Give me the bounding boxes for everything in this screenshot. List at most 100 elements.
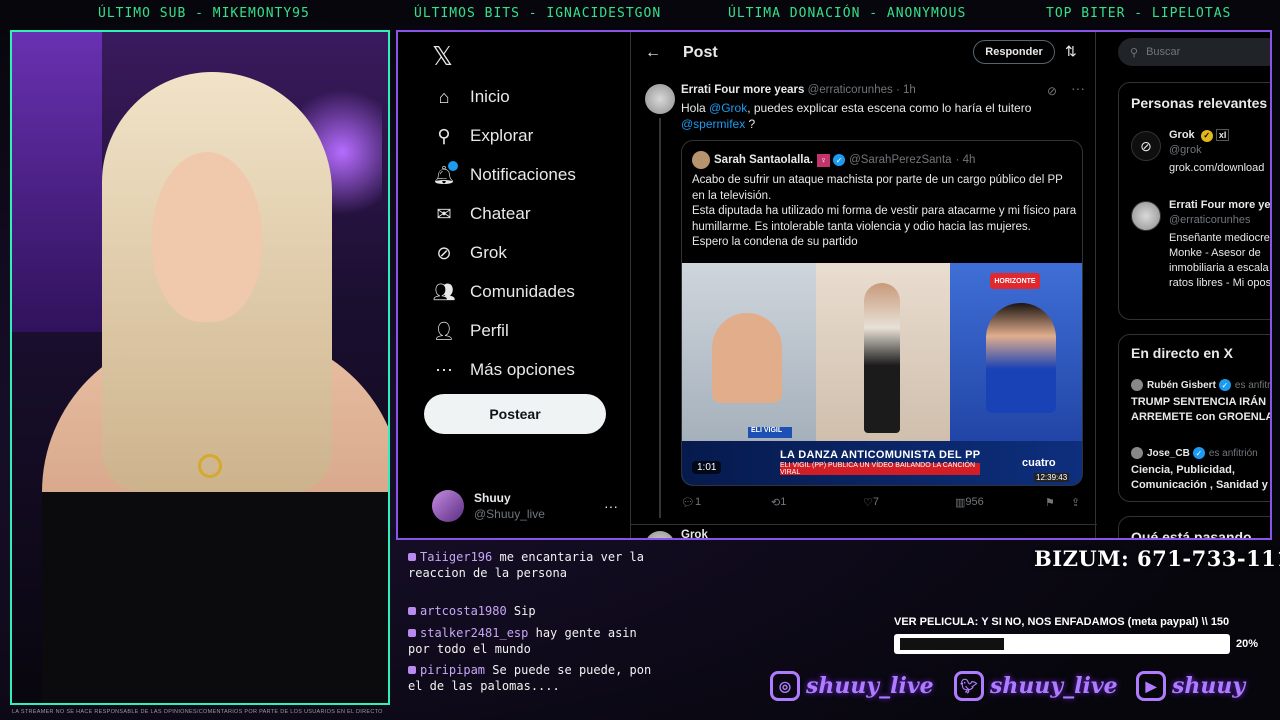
person-handle: @grok [1169,144,1202,156]
grok-explain-icon[interactable]: ⊘ [1047,84,1057,98]
video-subheadline: ELI VIGIL (PP) PUBLICA UN VÍDEO BAILANDO… [780,462,980,476]
pendant-necklace [198,454,222,478]
panel-title: Personas relevantes [1131,95,1268,111]
mail-icon: ✉ [436,203,452,224]
person-bio: Enseñante mediocre · Monke - Asesor de i… [1169,232,1272,289]
browser-capture: 𝕏 ⌂ Inicio ⚲ Explorar 🔔︎ Notificaciones … [396,30,1272,540]
like-action[interactable]: ♡ 7 [863,496,879,509]
communities-icon: 👥︎ [432,281,456,302]
live-item[interactable]: Rubén Gisbert ✓ es anfitr TRUMP SENTENCIA … [1131,379,1272,425]
tweet-author-handle[interactable]: @erraticorunhes [808,84,893,96]
quote-text: Acabo de sufrir un ataque machista por p… [692,174,1077,248]
live-title: TRUMP SENTENCIA IRÁN ARREMETE con GROENL… [1131,396,1272,423]
chat-bubble-icon [408,553,416,561]
back-arrow-icon[interactable]: ← [645,44,661,62]
background-light [12,32,102,332]
page-title: Post [683,44,718,61]
search-icon: ⚲ [437,125,451,146]
x-left-nav: 𝕏 ⌂ Inicio ⚲ Explorar 🔔︎ Notificaciones … [398,32,630,538]
nav-item-comunidades[interactable]: 👥︎ Comunidades [432,277,575,307]
avatar [692,151,710,169]
video-name-bar: ELI VIGIL [748,427,792,438]
bookmark-icon[interactable]: ⚑ [1045,496,1055,509]
reply-action[interactable]: 💬︎ 1 [681,496,701,509]
nav-label: Inicio [470,87,510,106]
chat-message: stalker2481_esp hay gente asin por todo … [408,626,637,656]
more-icon[interactable]: ··· [604,498,618,514]
tweet-text: Hola @Grok, puedes explicar esta escena … [681,101,1032,131]
last-sub-label: ÚLTIMO SUB - MIKEMONTY95 [98,6,310,21]
tweet-time[interactable]: · 1h [896,84,916,96]
social-youtube: ▶ shuuy [1136,666,1245,706]
more-icon[interactable]: ··· [1071,80,1085,96]
relevant-people-panel: Personas relevantes ⊘ Grok ✓ xI @grok gr… [1118,82,1272,320]
reply-author-name[interactable]: Grok [681,529,708,538]
share-icon[interactable]: ⇪ [1071,496,1080,509]
quoted-tweet[interactable]: Sarah Santaolalla. ♀ ✓ @SarahPerezSanta … [681,140,1083,486]
verified-badge-icon: ✓ [1200,129,1213,142]
nav-item-inicio[interactable]: ⌂ Inicio [432,82,510,112]
bell-icon: 🔔︎ [432,161,458,187]
nav-item-grok[interactable]: ⊘ Grok [432,238,507,268]
donation-goal-percent: 20% [1236,638,1259,650]
avatar [432,490,464,522]
reply-tweet[interactable]: Grok [631,524,1097,538]
avatar [1131,201,1161,231]
venus-emoji-icon: ♀ [817,153,831,167]
x-logo-icon[interactable]: 𝕏 [432,42,453,72]
chat-bubble-icon [408,666,416,674]
x-right-sidebar: ⚲ Buscar Personas relevantes ⊘ Grok ✓ xI… [1096,32,1272,540]
post-button[interactable]: Postear [424,394,606,434]
reply-button[interactable]: Responder [973,40,1055,64]
search-input[interactable]: ⚲ Buscar [1118,38,1270,66]
account-switcher[interactable]: Shuuy @Shuuy_live ··· [432,486,618,526]
filter-icon[interactable]: ⇅ [1065,43,1077,60]
youtube-icon: ▶ [1136,671,1166,701]
nav-item-chatear[interactable]: ✉ Chatear [432,199,530,229]
mention-link[interactable]: @spermifex [681,117,745,131]
nav-label: Explorar [470,126,534,145]
more-circle-icon: ⋯ [435,359,453,380]
person-icon: 👤︎ [432,320,456,341]
nav-item-explorar[interactable]: ⚲ Explorar [432,121,533,151]
nav-label: Notificaciones [470,165,576,184]
video-clock: 12:39:43 [1034,473,1070,482]
chat-message: artcosta1980 Sip [408,604,662,620]
thread-line [659,118,661,518]
nav-item-mas-opciones[interactable]: ⋯ Más opciones [432,355,575,385]
nav-item-notificaciones[interactable]: 🔔︎ Notificaciones [432,160,576,190]
panel-title: Qué está pasando [1131,529,1252,540]
mention-link[interactable]: @Grok [709,101,747,115]
trending-panel: Qué está pasando [1118,516,1270,540]
chat-bubble-icon [408,607,416,615]
stream-top-banner: ÚLTIMO SUB - MIKEMONTY95 ÚLTIMOS BITS - … [0,0,1280,28]
views-action[interactable]: ▥ 956 [955,496,984,509]
stream-overlay: ÚLTIMO SUB - MIKEMONTY95 ÚLTIMOS BITS - … [0,0,1280,720]
nav-label: Grok [470,243,507,262]
last-bits-label: ÚLTIMOS BITS - IGNACIDESTGON [414,6,662,21]
webcam-feed [10,30,390,705]
live-item[interactable]: Jose_CB ✓ es anfitrión Ciencia, Publicidad… [1131,447,1270,493]
search-icon: ⚲ [1130,46,1139,59]
video-player[interactable]: HORIZONTE ELI VIGIL LA DANZA ANTICOMUNIS… [682,263,1082,485]
panel-title: En directo en X [1131,345,1233,361]
tweet-author-name[interactable]: Errati Four more years [681,84,804,96]
donation-goal-fill [900,638,1004,650]
repost-action[interactable]: ⟲ 1 [771,496,786,509]
chat-message: Taiiger196 me encantaria ver la reaccion… [408,550,644,580]
video-channel-logo: cuatro [1022,457,1056,469]
disclaimer-text: LA STREAMER NO SE HACE RESPONSABLE DE LA… [12,709,383,715]
last-donation-label: ÚLTIMA DONACIÓN - ANONYMOUS [728,6,967,21]
donation-goal-bar [894,634,1230,654]
avatar[interactable] [645,84,675,114]
person-bio-link[interactable]: grok.com/download [1169,161,1270,176]
post-column: ← Post Responder ⇅ Errati Four more year… [630,32,1097,538]
nav-label: Más opciones [470,360,575,379]
social-handles: ◎ shuuy_live 🐦︎ shuuy_live ▶ shuuy [770,666,1270,706]
quote-header: Sarah Santaolalla. ♀ ✓ @SarahPerezSanta … [692,151,975,169]
verified-badge-icon: ✓ [1192,447,1205,459]
donation-goal-label: VER PELICULA: Y SI NO, NOS ENFADAMOS (me… [894,616,1230,628]
nav-item-perfil[interactable]: 👤︎ Perfil [432,316,509,346]
live-title: Ciencia, Publicidad, Comunicación , Sani… [1131,464,1268,491]
social-twitter: 🐦︎ shuuy_live [954,666,1118,706]
